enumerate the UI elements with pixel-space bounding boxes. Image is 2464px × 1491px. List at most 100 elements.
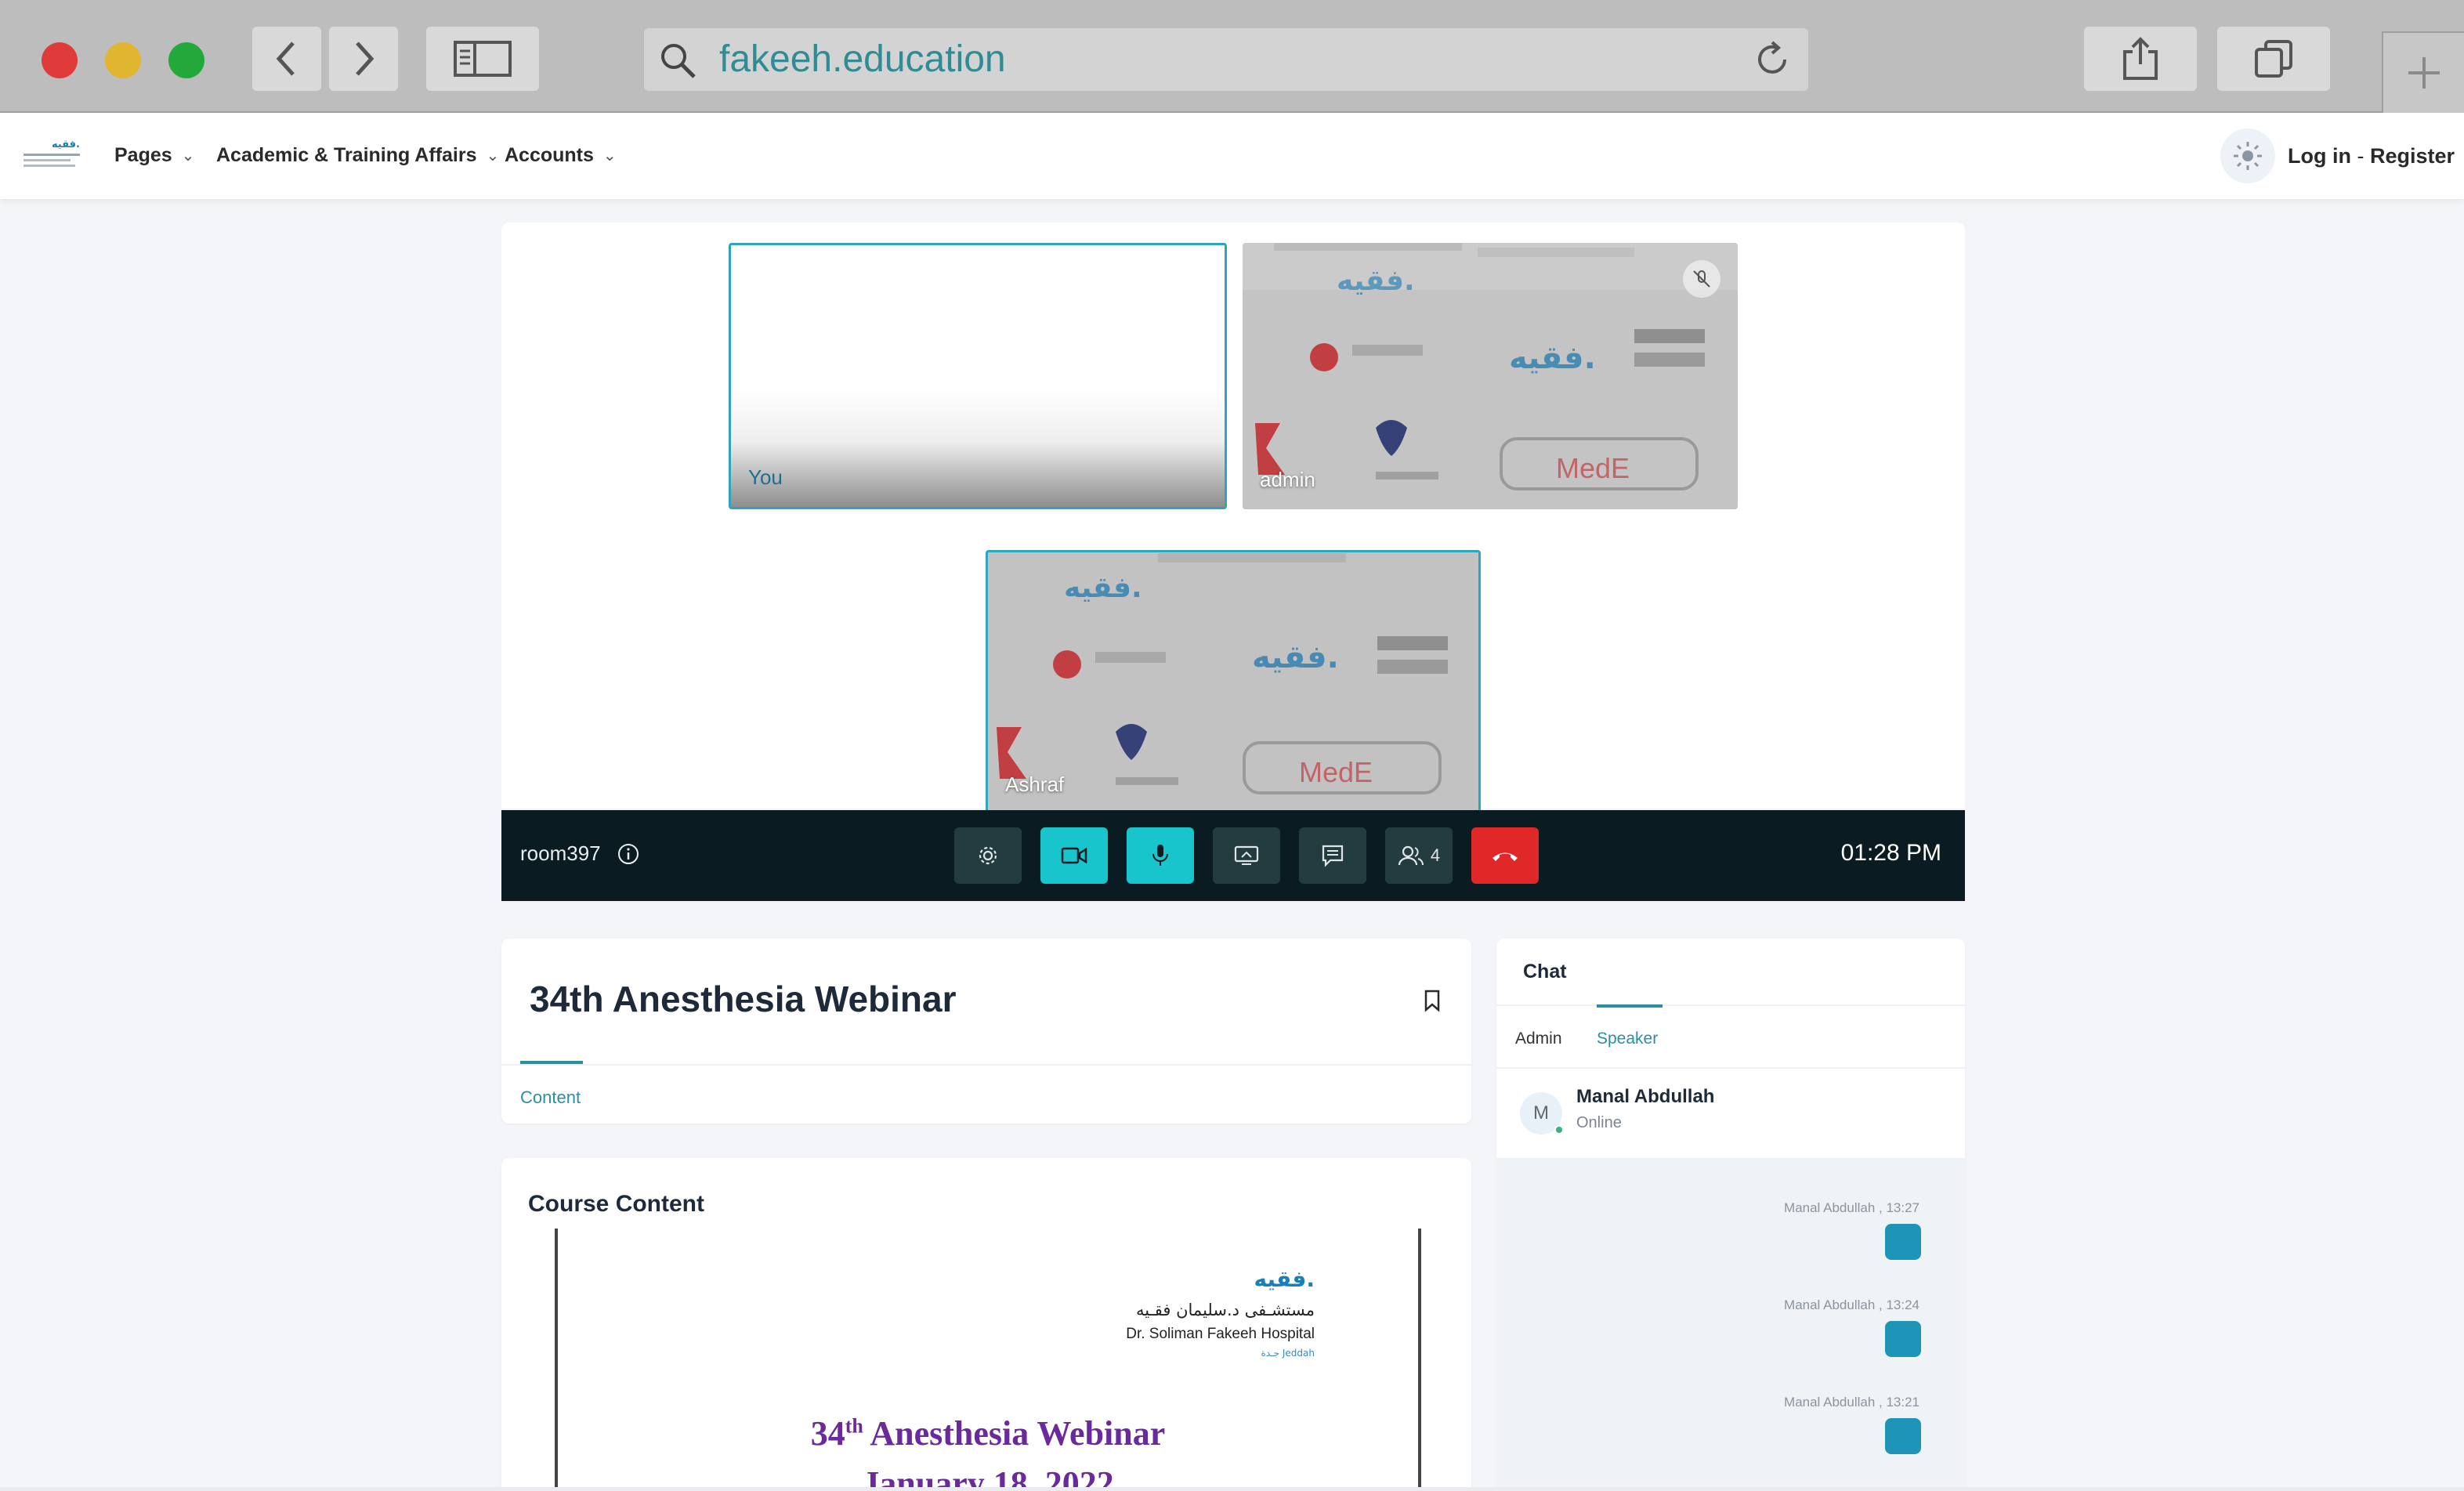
maximize-window-button[interactable]: [168, 42, 204, 78]
nav-pages[interactable]: Pages ⌄: [114, 144, 194, 167]
message-meta: Manal Abdullah , 13:27: [1784, 1200, 1919, 1215]
mic-off-icon: [1693, 270, 1710, 288]
call-control-bar: room397 4 01:28 PM: [501, 810, 1965, 901]
forward-button[interactable]: [329, 27, 398, 91]
document-hospital-english: Dr. Soliman Fakeeh Hospital: [1126, 1326, 1315, 1342]
register-link[interactable]: Register: [2370, 144, 2455, 168]
site-navbar: فقيه. Pages ⌄ Academic & Training Affair…: [0, 114, 2464, 199]
active-tab-indicator: [1597, 1004, 1663, 1008]
screen-share-button[interactable]: [1213, 827, 1280, 884]
divider: [501, 1064, 1471, 1066]
microphone-icon: [1152, 845, 1168, 866]
call-clock: 01:28 PM: [1840, 840, 1941, 866]
svg-text:فقيه.: فقيه.: [1064, 572, 1142, 604]
tab-content[interactable]: Content: [520, 1087, 581, 1108]
online-status-dot: [1554, 1125, 1564, 1135]
chat-toggle-button[interactable]: [1299, 827, 1366, 884]
url-text: fakeeh.education: [719, 38, 1006, 80]
chevron-right-icon: [356, 42, 374, 76]
chevron-down-icon: ⌄: [602, 147, 617, 165]
nav-pages-label: Pages: [114, 144, 172, 166]
auth-links: Log in - Register: [2288, 144, 2455, 168]
share-icon: [2123, 37, 2158, 80]
sun-icon: [2234, 142, 2262, 170]
gear-icon: [979, 846, 997, 865]
message-bubble: [1885, 1418, 1921, 1454]
chat-tab-speaker[interactable]: Speaker: [1597, 1030, 1658, 1048]
room-info: room397: [520, 841, 640, 866]
address-bar[interactable]: fakeeh.education: [644, 28, 1808, 91]
contact-name: Manal Abdullah: [1576, 1086, 1715, 1107]
plus-icon: [2408, 57, 2440, 89]
auth-separator: -: [2357, 144, 2364, 168]
nav-academic-training-affairs[interactable]: Academic & Training Affairs ⌄: [216, 144, 499, 167]
video-camera-icon: [1061, 847, 1087, 864]
tabs-overview-button[interactable]: [2217, 27, 2330, 91]
browser-chrome: fakeeh.education: [0, 0, 2464, 113]
minimize-window-button[interactable]: [105, 42, 141, 78]
chat-tab-admin[interactable]: Admin: [1515, 1030, 1562, 1048]
theme-toggle-button[interactable]: [2220, 128, 2275, 183]
message-meta: Manal Abdullah , 13:21: [1784, 1395, 1919, 1410]
participant-name: You: [748, 465, 783, 489]
reload-icon[interactable]: [1752, 39, 1793, 80]
message-bubble: [1885, 1224, 1921, 1260]
chat-header: Chat: [1496, 939, 1965, 1004]
tabs-icon: [2255, 40, 2292, 78]
microphone-toggle-button[interactable]: [1127, 827, 1194, 884]
chat-tabs: Admin Speaker: [1496, 1004, 1965, 1067]
document-title-number: 34: [810, 1414, 845, 1453]
nav-accounts[interactable]: Accounts ⌄: [505, 144, 617, 167]
chat-title: Chat: [1523, 961, 1567, 983]
close-window-button[interactable]: [42, 42, 78, 78]
svg-text:فقيه.: فقيه.: [1509, 340, 1596, 376]
course-content-heading: Course Content: [528, 1191, 704, 1217]
video-tile-ashraf[interactable]: فقيه. فقيه. MedE Ashraf: [986, 550, 1481, 816]
message-bubble: [1885, 1321, 1921, 1357]
contact-status: Online: [1576, 1114, 1622, 1131]
bookmark-icon[interactable]: [1423, 989, 1442, 1012]
new-tab-button[interactable]: [2382, 31, 2464, 113]
document-logo: فقيه.: [1254, 1266, 1315, 1292]
document-viewer[interactable]: فقيه. مستشـفى د.سليمان فقـيه Dr. Soliman…: [555, 1229, 1421, 1491]
hang-up-icon: [1493, 852, 1518, 861]
svg-text:فقيه.: فقيه.: [1252, 639, 1339, 675]
course-title: 34th Anesthesia Webinar: [530, 979, 957, 1019]
sidebar-icon: [454, 41, 512, 77]
course-header-card: 34th Anesthesia Webinar Content: [501, 939, 1471, 1124]
document-title-text: Anesthesia Webinar: [863, 1414, 1166, 1453]
chevron-left-icon: [276, 42, 295, 76]
share-button[interactable]: [2084, 27, 2197, 91]
video-tile-self[interactable]: You: [729, 243, 1227, 509]
search-icon: [661, 44, 696, 78]
participants-icon: [1398, 845, 1424, 866]
participants-count: 4: [1430, 845, 1441, 865]
chat-icon: [1322, 845, 1344, 867]
participant-name: Ashraf: [1005, 773, 1065, 796]
page-body: You فقيه. فقيه. MedE admin فقيه. فقيه. M…: [0, 199, 2464, 1491]
fakeeh-logo[interactable]: فقيه.: [20, 135, 86, 176]
document-city: جـدة Jeddah: [1261, 1348, 1315, 1359]
info-icon[interactable]: [617, 842, 640, 866]
room-name: room397: [520, 841, 601, 865]
participant-name: admin: [1260, 468, 1315, 491]
login-link[interactable]: Log in: [2288, 144, 2351, 168]
document-hospital-arabic: مستشـفى د.سليمان فقـيه: [1136, 1301, 1315, 1319]
camera-toggle-button[interactable]: [1040, 827, 1108, 884]
svg-text:MedE: MedE: [1556, 452, 1630, 484]
svg-text:MedE: MedE: [1299, 756, 1373, 788]
sidebar-toggle-button[interactable]: [426, 27, 539, 91]
nav-accounts-label: Accounts: [505, 144, 594, 166]
end-call-button[interactable]: [1471, 827, 1539, 884]
chevron-down-icon: ⌄: [181, 147, 195, 165]
video-tile-admin[interactable]: فقيه. فقيه. MedE admin: [1243, 243, 1738, 509]
back-button[interactable]: [252, 27, 321, 91]
participants-button[interactable]: 4: [1385, 827, 1453, 884]
document-title: 34th Anesthesia Webinar: [558, 1413, 1418, 1453]
video-grid: You فقيه. فقيه. MedE admin فقيه. فقيه. M…: [501, 223, 1965, 816]
divider: [0, 1487, 2464, 1491]
chat-contact[interactable]: M Manal Abdullah Online: [1496, 1067, 1965, 1158]
nav-academic-label: Academic & Training Affairs: [216, 144, 477, 166]
settings-button[interactable]: [954, 827, 1022, 884]
chevron-down-icon: ⌄: [486, 147, 500, 165]
